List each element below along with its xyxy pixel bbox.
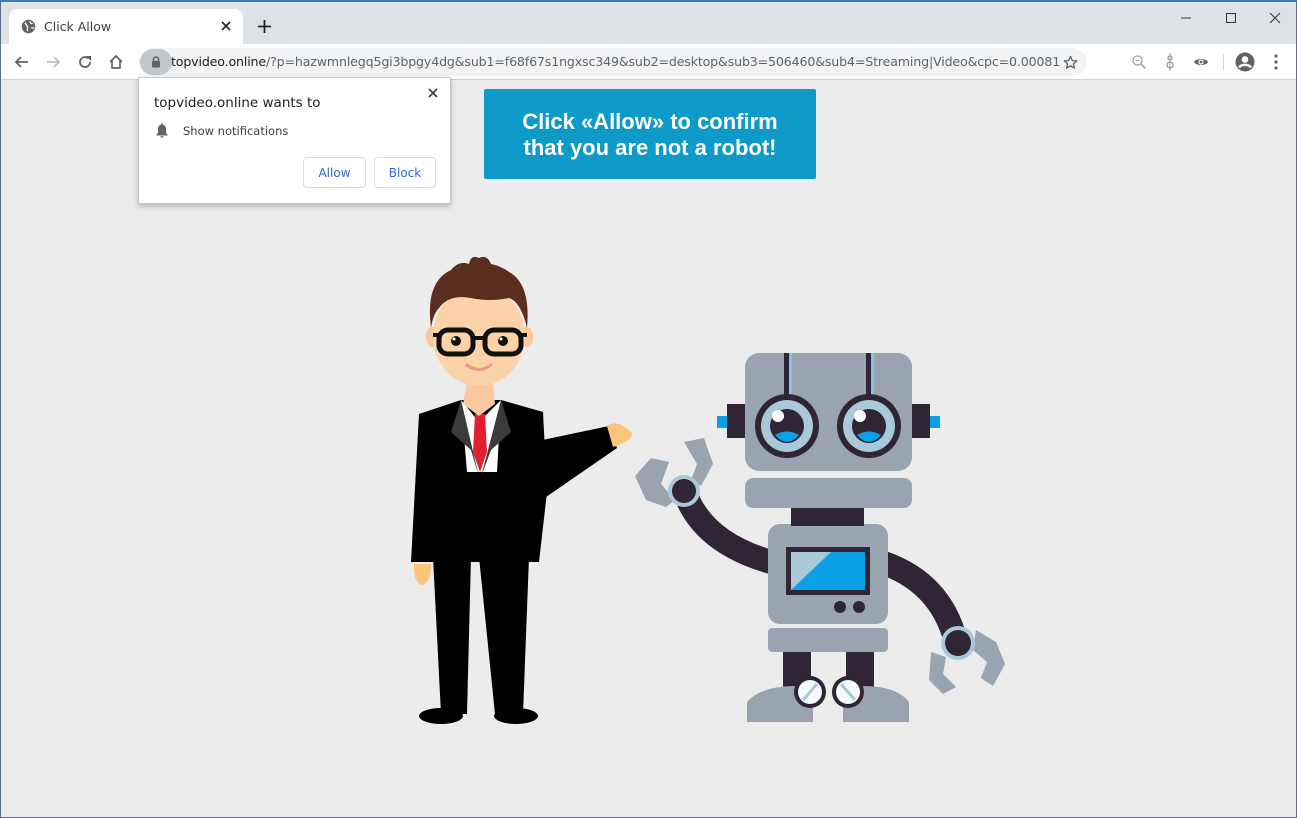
- close-icon: [428, 88, 438, 98]
- permission-close-button[interactable]: [424, 84, 442, 102]
- banner-line-2: that you are not a robot!: [523, 134, 777, 160]
- browser-window: Click Allow topvideo.online/?p=hazwmnleg…: [0, 0, 1297, 818]
- banner-line-1: Click «Allow» to confirm: [522, 108, 778, 134]
- businessman-figure: [411, 256, 632, 724]
- permission-item-notifications: Show notifications: [183, 124, 289, 138]
- permission-prompt-title: topvideo.online wants to: [154, 95, 321, 111]
- block-button[interactable]: Block: [374, 157, 436, 188]
- robot-figure: [635, 353, 1005, 722]
- bell-icon: [156, 123, 168, 138]
- notification-permission-prompt: topvideo.online wants to Show notificati…: [138, 77, 451, 204]
- allow-instruction-banner: Click «Allow» to confirm that you are no…: [484, 89, 816, 179]
- allow-button[interactable]: Allow: [303, 157, 366, 188]
